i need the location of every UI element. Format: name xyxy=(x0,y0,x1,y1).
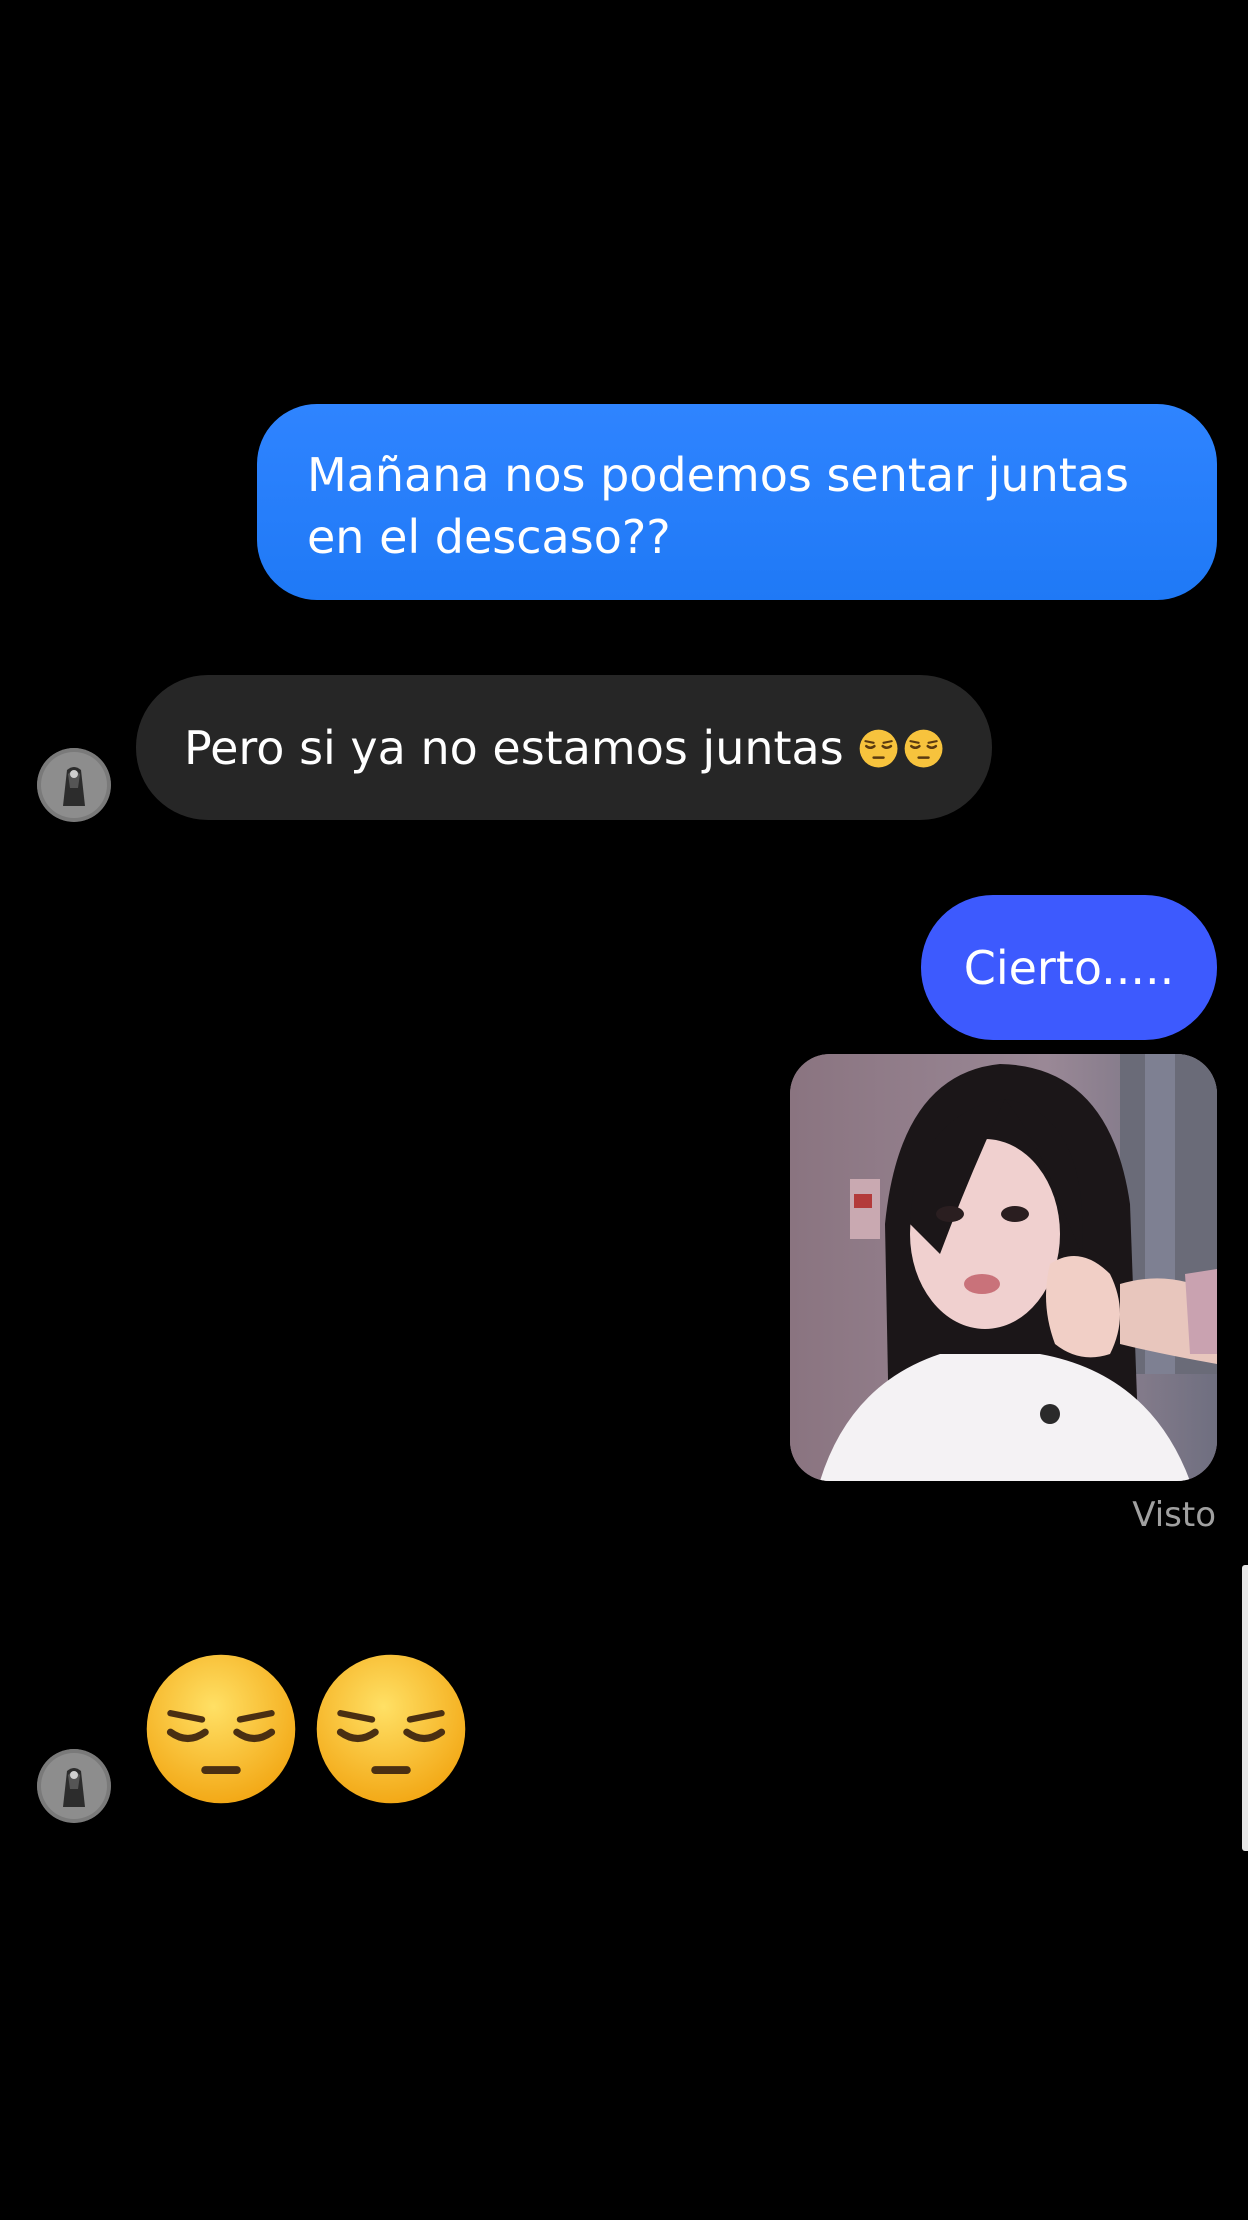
outgoing-message-bubble[interactable]: Mañana nos podemos sentar juntas en el d… xyxy=(257,404,1217,600)
incoming-message-bubble[interactable]: Pero si ya no estamos juntas xyxy=(136,675,992,820)
photo-image xyxy=(790,1054,1217,1481)
scrollbar[interactable] xyxy=(1242,1565,1248,1851)
pensive-face-emoji xyxy=(858,723,899,773)
outgoing-message-bubble[interactable]: Cierto..... xyxy=(921,895,1217,1040)
pensive-face-emoji xyxy=(903,723,944,773)
seen-status: Visto xyxy=(1132,1495,1216,1535)
shared-photo[interactable] xyxy=(790,1054,1217,1481)
message-text: Cierto..... xyxy=(963,940,1175,995)
pensive-face-emoji[interactable] xyxy=(312,1650,470,1808)
contact-avatar[interactable] xyxy=(37,748,111,822)
message-text: Mañana nos podemos sentar juntas en el d… xyxy=(307,448,1129,564)
chat-thread[interactable]: Mañana nos podemos sentar juntas en el d… xyxy=(0,0,1248,1851)
avatar-icon xyxy=(37,1749,111,1823)
contact-avatar[interactable] xyxy=(37,1749,111,1823)
message-text: Pero si ya no estamos juntas xyxy=(184,720,844,775)
pensive-face-emoji[interactable] xyxy=(142,1650,300,1808)
avatar-icon xyxy=(37,748,111,822)
